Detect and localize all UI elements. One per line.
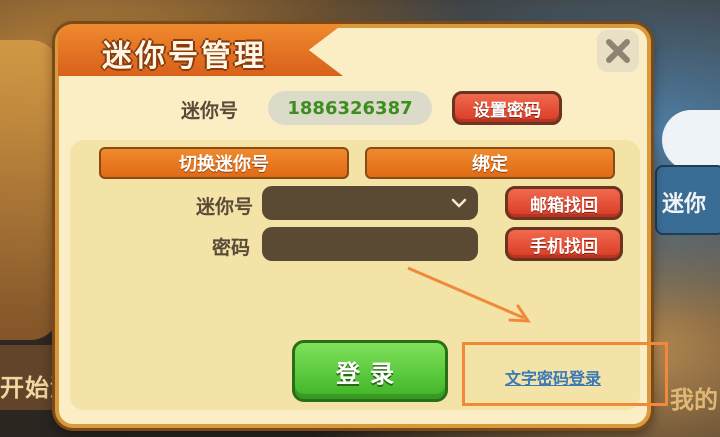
tab-bind[interactable]: 绑定 [365,147,615,179]
password-input[interactable] [262,227,478,261]
background-character [0,40,60,340]
account-id-value: 1886326387 [268,91,432,125]
form-id-label: 迷你号 [196,196,254,218]
recover-by-phone-button[interactable]: 手机找回 [505,227,623,261]
close-icon [606,39,630,63]
password-label: 密码 [212,237,251,259]
annotation-arrow [407,266,531,323]
chevron-down-icon [451,198,467,208]
background-text-bottom-right: 我的 [670,386,718,414]
text-password-login-link[interactable]: 文字密码登录 [505,365,601,389]
login-button[interactable]: 登录 [292,340,448,402]
dialog-title: 迷你号管理 [102,39,267,74]
dialog-title-banner: 迷你号管理 [58,24,343,76]
background-snowman [662,110,720,170]
account-id-select[interactable] [262,186,478,220]
close-button[interactable] [597,30,639,72]
recover-by-email-button[interactable]: 邮箱找回 [505,186,623,220]
account-id-label: 迷你号 [181,100,239,122]
background-tile-text: 迷你 [662,192,707,217]
set-password-button[interactable]: 设置密码 [452,91,562,125]
tab-switch-account[interactable]: 切换迷你号 [99,147,349,179]
